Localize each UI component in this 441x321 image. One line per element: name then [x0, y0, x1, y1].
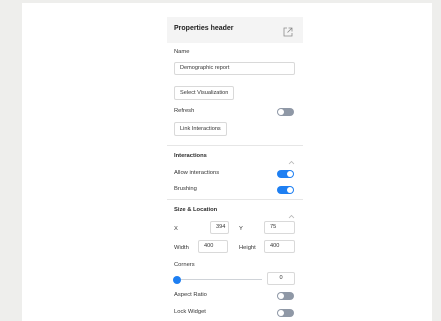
brushing-label: Brushing [174, 186, 197, 192]
corners-input[interactable]: 0 [267, 272, 295, 285]
width-label: Width [174, 245, 189, 251]
lock-widget-label: Lock Widget [174, 309, 206, 315]
link-interactions-button[interactable]: Link Interactions [174, 122, 227, 136]
height-label: Height [239, 245, 256, 251]
x-label: X [174, 226, 178, 232]
panel-title: Properties header [174, 25, 234, 32]
interactions-section-title: Interactions [174, 153, 207, 159]
toggle-knob [287, 187, 293, 193]
toggle-knob [287, 171, 293, 177]
height-input[interactable]: 400 [264, 240, 295, 253]
divider [167, 199, 303, 200]
refresh-toggle[interactable] [277, 108, 294, 116]
select-visualization-button[interactable]: Select Visualization [174, 86, 235, 100]
properties-panel: Properties header Name Demographic repor… [167, 3, 303, 321]
corners-slider-handle[interactable] [173, 276, 181, 284]
allow-interactions-toggle[interactable] [277, 170, 294, 178]
chevron-up-icon[interactable] [288, 206, 295, 219]
y-label: Y [239, 226, 243, 232]
toggle-knob [278, 293, 284, 299]
divider [167, 145, 303, 146]
refresh-label: Refresh [174, 108, 195, 114]
properties-header: Properties header [167, 17, 303, 43]
name-label: Name [174, 49, 190, 55]
name-input[interactable]: Demographic report [174, 62, 295, 75]
width-input[interactable]: 400 [198, 240, 228, 253]
allow-interactions-label: Allow interactions [174, 170, 220, 176]
y-input[interactable]: 75 [264, 221, 295, 234]
size-location-section-title: Size & Location [174, 207, 218, 213]
brushing-toggle[interactable] [277, 186, 294, 194]
x-input[interactable]: 394 [210, 221, 229, 234]
toggle-knob [278, 310, 284, 316]
aspect-ratio-toggle[interactable] [277, 292, 294, 300]
corners-slider-track[interactable] [177, 279, 262, 280]
toggle-knob [278, 109, 284, 115]
external-link-icon[interactable] [283, 24, 293, 37]
corners-label: Corners [174, 262, 195, 268]
aspect-ratio-label: Aspect Ratio [174, 292, 207, 298]
lock-widget-toggle[interactable] [277, 309, 294, 317]
chevron-up-icon[interactable] [288, 152, 295, 165]
